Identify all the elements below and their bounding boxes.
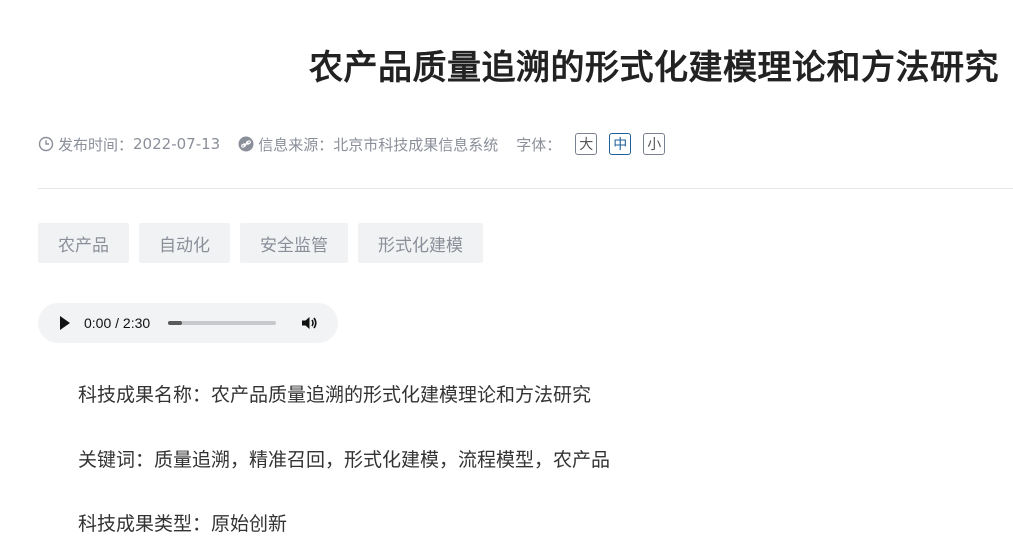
font-size-medium-button[interactable]: 中 bbox=[609, 133, 632, 155]
source-value: 北京市科技成果信息系统 bbox=[333, 135, 499, 154]
audio-player: 0:00 / 2:30 bbox=[38, 303, 338, 343]
tag-item[interactable]: 自动化 bbox=[139, 223, 230, 263]
content-paragraph: 科技成果类型：原始创新 bbox=[78, 513, 288, 535]
article-title: 农产品质量追溯的形式化建模理论和方法研究 bbox=[309, 48, 999, 88]
content-paragraph: 关键词：质量追溯，精准召回，形式化建模，流程模型，农产品 bbox=[78, 449, 611, 471]
audio-time: 0:00 / 2:30 bbox=[84, 315, 151, 331]
tag-item[interactable]: 安全监管 bbox=[240, 223, 348, 263]
volume-icon[interactable] bbox=[300, 314, 318, 332]
play-icon[interactable] bbox=[60, 316, 70, 330]
audio-progress-fill bbox=[168, 321, 183, 325]
link-icon bbox=[238, 136, 254, 152]
font-size-label: 字体： bbox=[516, 135, 562, 154]
publish-date: 2022-07-13 bbox=[133, 135, 221, 153]
tag-list: 农产品 自动化 安全监管 形式化建模 bbox=[38, 223, 493, 263]
font-size-small-button[interactable]: 小 bbox=[643, 133, 666, 155]
tag-item[interactable]: 农产品 bbox=[38, 223, 129, 263]
audio-progress-bar[interactable] bbox=[168, 321, 277, 325]
publish-label: 发布时间： bbox=[58, 135, 134, 154]
font-size-large-button[interactable]: 大 bbox=[575, 133, 598, 155]
article-meta: 发布时间： 2022-07-13 信息来源： 北京市科技成果信息系统 字体： 大… bbox=[38, 130, 677, 158]
source-label: 信息来源： bbox=[258, 135, 334, 154]
clock-icon bbox=[38, 136, 54, 152]
meta-divider bbox=[38, 188, 1013, 189]
content-paragraph: 科技成果名称：农产品质量追溯的形式化建模理论和方法研究 bbox=[78, 384, 592, 406]
tag-item[interactable]: 形式化建模 bbox=[358, 223, 483, 263]
